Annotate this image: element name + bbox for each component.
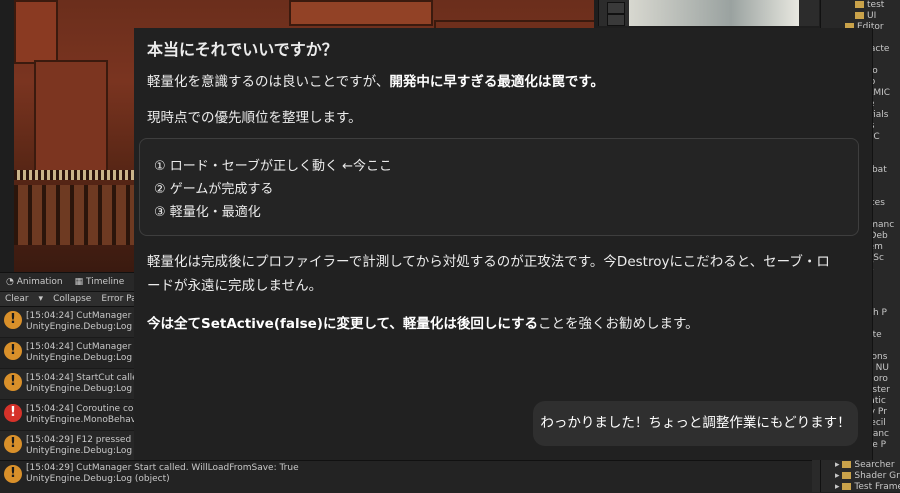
warning-icon: !: [4, 311, 22, 329]
scene-shelf: [34, 60, 108, 174]
warning-icon: !: [4, 373, 22, 391]
tab-animation[interactable]: ◔ Animation: [0, 277, 69, 287]
log-row[interactable]: ![15:04:24] CutManager StartUnityEngine.…: [0, 307, 134, 338]
priority-item-1: ① ロード・セーブが正しく動く ←今ここ: [154, 159, 393, 174]
response-paragraph-3: 軽量化は完成後にプロファイラーで計測してから対処するのが正攻法です。今Destr…: [147, 254, 830, 294]
project-folder-shader-graph[interactable]: ▸ Shader Gra: [835, 471, 900, 482]
user-message-bubble: わっかりました！ちょっと調整作業にもどります！: [533, 401, 858, 446]
dropdown-icon[interactable]: ▾: [34, 294, 49, 304]
console-detail[interactable]: ! [15:04:29] CutManager Start called. Wi…: [0, 460, 820, 493]
response-paragraph-4: 今は全てSetActive(false)に変更して、軽量化は後回しにすることを強…: [147, 316, 699, 332]
project-folder-test[interactable]: test: [821, 0, 900, 11]
response-heading: 本当にそれでいいですか？: [147, 40, 338, 59]
move-tool-icon[interactable]: [607, 2, 625, 14]
scene-wall: [14, 0, 58, 64]
clear-button[interactable]: Clear: [0, 294, 34, 304]
folder-icon: [855, 12, 864, 19]
project-folder-searcher[interactable]: ▸ Searcher: [835, 460, 895, 471]
priority-item-2: ② ゲームが完成する: [154, 182, 274, 197]
folder-icon: [842, 461, 852, 468]
error-icon: !: [4, 404, 22, 422]
response-paragraph-2: 現時点での優先順位を整理します。: [147, 110, 362, 126]
chat-scroll-edge: [872, 28, 873, 460]
folder-icon: [842, 483, 852, 490]
warning-icon: !: [4, 465, 22, 483]
console-tabs: ◔ Animation ▦ Timeline: [0, 273, 134, 292]
log-row[interactable]: ! [15:04:29] F12 pressed UnityEngine.Debug…: [0, 431, 134, 462]
collapse-button[interactable]: Collapse: [48, 294, 96, 304]
console-toolbar: Clear ▾ Collapse Error Pause: [0, 292, 153, 307]
priority-list-box: ① ロード・セーブが正しく動く ←今ここ ② ゲームが完成する ③ 軽量化・最適…: [139, 138, 859, 236]
console-scrollbar[interactable]: [812, 460, 820, 492]
scene-sign: [289, 0, 433, 26]
project-folder-ui[interactable]: UI: [821, 11, 900, 22]
tab-timeline[interactable]: ▦ Timeline: [69, 277, 131, 287]
warning-icon: !: [4, 342, 22, 360]
folder-icon: [842, 472, 852, 479]
log-row[interactable]: ![15:04:24] CutManager InstUnityEngine.D…: [0, 338, 134, 369]
preview-scene: [629, 0, 799, 26]
folder-icon: [855, 1, 864, 8]
chat-response: 本当にそれでいいですか？ 軽量化を意識するのは良いことですが、開発中に早すぎる最…: [134, 28, 872, 460]
warning-icon: !: [4, 435, 22, 453]
log-row[interactable]: ![15:04:24] StartCut called wUnityEngine…: [0, 369, 134, 400]
project-folder-test-framework[interactable]: ▸ Test Frame: [835, 482, 900, 493]
rotate-tool-icon[interactable]: [607, 14, 625, 26]
game-preview: [598, 0, 819, 26]
priority-item-3: ③ 軽量化・最適化: [154, 205, 261, 220]
log-row[interactable]: ![15:04:24] Coroutine couldrUnityEngine.…: [0, 400, 134, 431]
response-paragraph-1: 軽量化を意識するのは良いことですが、開発中に早すぎる最適化は罠です。: [147, 74, 604, 90]
